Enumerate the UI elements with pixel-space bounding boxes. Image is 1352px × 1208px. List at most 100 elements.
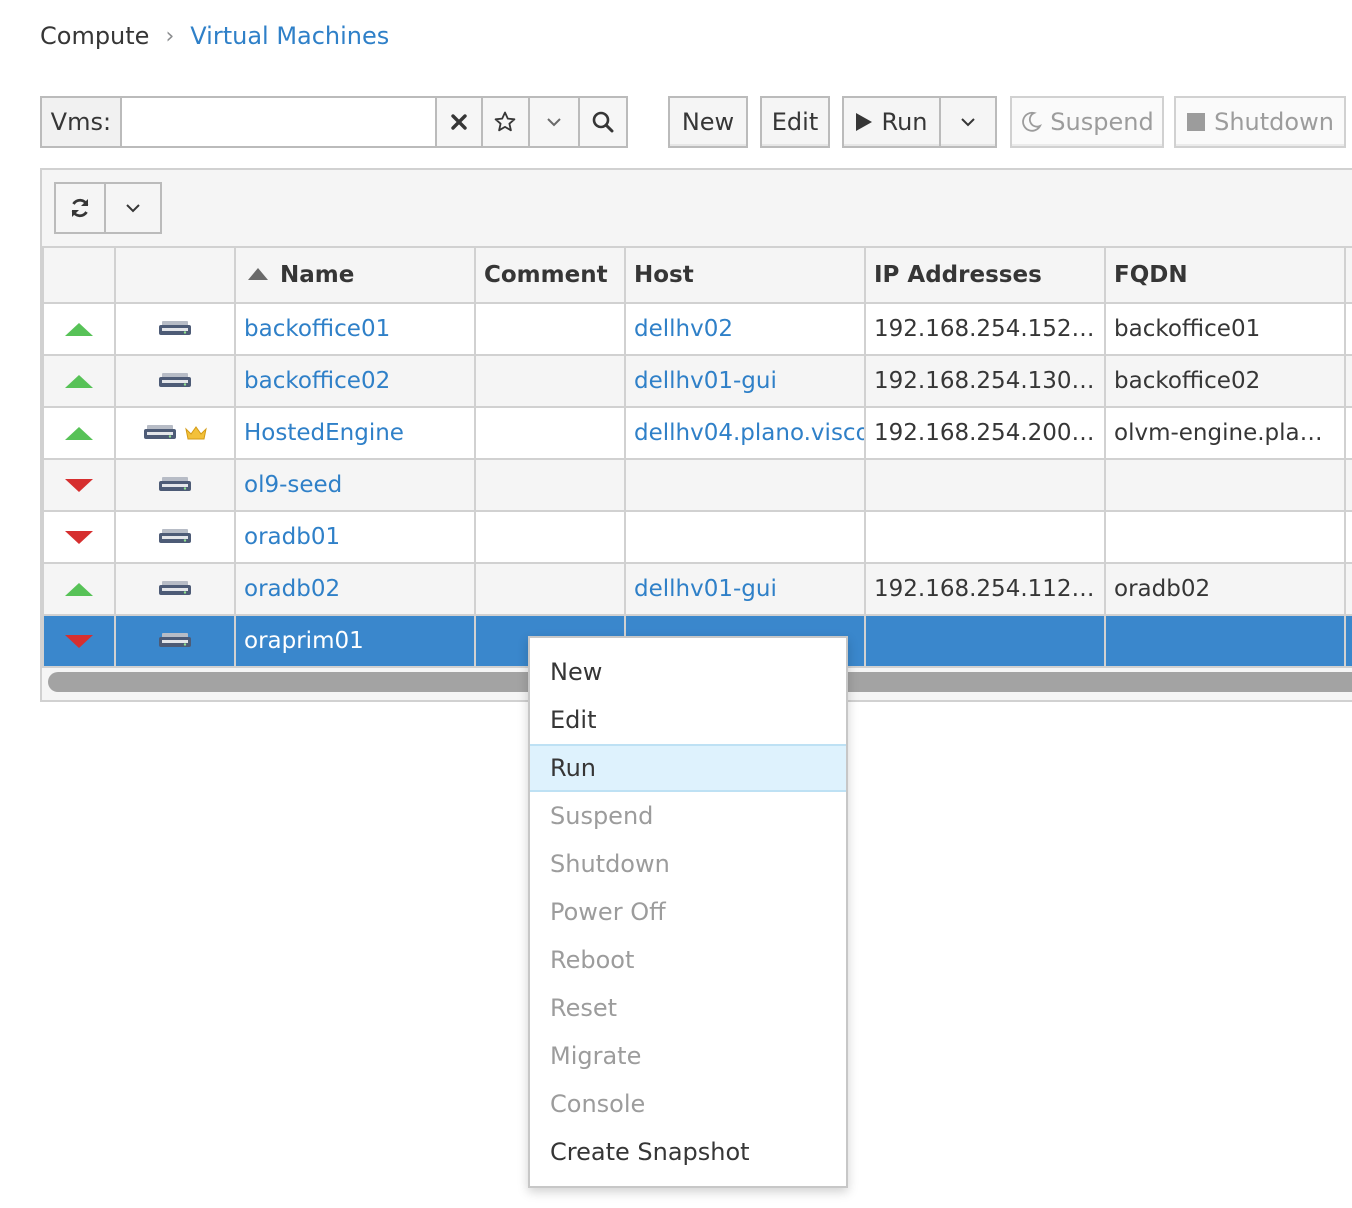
ip-cell	[864, 510, 1106, 564]
vm-name-link[interactable]: backoffice01	[244, 316, 390, 342]
search-input[interactable]	[121, 98, 435, 146]
vm-name-link[interactable]: oradb02	[244, 576, 340, 602]
name-cell[interactable]: ol9-seed	[234, 458, 476, 512]
host-cell[interactable]: dellhv01-gui	[624, 354, 866, 408]
comment-cell	[474, 302, 626, 356]
name-cell[interactable]: backoffice02	[234, 354, 476, 408]
menu-item-migrate[interactable]: Migrate	[530, 1032, 846, 1080]
overflow-cell	[1344, 614, 1352, 668]
name-column-label: Name	[280, 262, 355, 288]
status-cell	[42, 562, 116, 616]
moon-icon	[1020, 111, 1043, 133]
type-cell	[114, 302, 236, 356]
table-row[interactable]: ol9-seed	[42, 458, 1352, 512]
run-button[interactable]: Run	[842, 96, 940, 148]
ip-cell: 192.168.254.112 f...	[864, 562, 1106, 616]
name-cell[interactable]: oradb01	[234, 510, 476, 564]
host-cell[interactable]	[624, 458, 866, 512]
overflow-cell	[1344, 406, 1352, 460]
host-cell[interactable]: dellhv04.plano.viscosity	[624, 406, 866, 460]
chevron-down-icon	[126, 204, 140, 213]
new-button-label: New	[681, 108, 735, 136]
name-cell[interactable]: backoffice01	[234, 302, 476, 356]
vm-name-link[interactable]: backoffice02	[244, 368, 390, 394]
comment-cell	[474, 562, 626, 616]
overflow-cell	[1344, 354, 1352, 408]
host-cell[interactable]	[624, 510, 866, 564]
table-row[interactable]: backoffice02 dellhv01-gui 192.168.254.130 …	[42, 354, 1352, 408]
status-up-icon	[65, 323, 93, 336]
menu-item-run[interactable]: Run	[530, 744, 846, 792]
comment-column-header[interactable]: Comment	[474, 246, 626, 304]
vm-name-link[interactable]: oraprim01	[244, 628, 364, 654]
refresh-button[interactable]	[56, 184, 106, 232]
host-cell[interactable]: dellhv02	[624, 302, 866, 356]
host-link[interactable]: dellhv04.plano.viscosity	[634, 420, 863, 446]
stop-icon	[1186, 112, 1206, 132]
vm-grid-panel: Name Comment Host IP Addresses FQDN back…	[40, 168, 1352, 702]
sort-ascending-icon	[248, 267, 268, 280]
clear-search-button[interactable]	[434, 98, 481, 146]
status-column-header[interactable]	[42, 246, 116, 304]
status-up-icon	[65, 427, 93, 440]
status-cell	[42, 406, 116, 460]
menu-item-console[interactable]: Console	[530, 1080, 846, 1128]
refresh-interval-dropdown[interactable]	[106, 184, 160, 232]
ip-column-header[interactable]: IP Addresses	[864, 246, 1106, 304]
breadcrumb-virtual-machines[interactable]: Virtual Machines	[190, 22, 389, 50]
host-link[interactable]: dellhv02	[634, 316, 733, 342]
menu-item-new[interactable]: New	[530, 648, 846, 696]
host-link[interactable]: dellhv01-gui	[634, 576, 777, 602]
host-cell[interactable]: dellhv01-gui	[624, 562, 866, 616]
suspend-button[interactable]: Suspend	[1010, 96, 1164, 148]
name-cell[interactable]: HostedEngine	[234, 406, 476, 460]
play-icon	[855, 112, 873, 132]
shutdown-button[interactable]: Shutdown	[1174, 96, 1346, 148]
menu-item-reboot[interactable]: Reboot	[530, 936, 846, 984]
status-cell	[42, 510, 116, 564]
refresh-control	[54, 182, 162, 234]
context-menu: New Edit Run Suspend Shutdown Power Off Reboot…	[528, 636, 848, 1188]
new-button[interactable]: New	[668, 96, 748, 148]
status-down-icon	[65, 531, 93, 544]
breadcrumb: Compute › Virtual Machines	[40, 18, 389, 54]
ip-cell	[864, 614, 1106, 668]
host-link[interactable]: dellhv01-gui	[634, 368, 777, 394]
name-cell[interactable]: oradb02	[234, 562, 476, 616]
search-label: Vms:	[42, 98, 122, 146]
fqdn-column-header[interactable]: FQDN	[1104, 246, 1346, 304]
name-column-header[interactable]: Name	[234, 246, 476, 304]
vm-name-link[interactable]: HostedEngine	[244, 420, 404, 446]
fqdn-cell: backoffice01	[1104, 302, 1346, 356]
menu-item-suspend[interactable]: Suspend	[530, 792, 846, 840]
vm-name-link[interactable]: oradb01	[244, 524, 340, 550]
bookmark-dropdown-button[interactable]	[528, 98, 579, 146]
type-column-header[interactable]	[114, 246, 236, 304]
table-row[interactable]: oradb02 dellhv01-gui 192.168.254.112 f... o…	[42, 562, 1352, 616]
ip-cell: 192.168.254.152 f...	[864, 302, 1106, 356]
breadcrumb-compute[interactable]: Compute	[40, 22, 149, 50]
menu-item-shutdown[interactable]: Shutdown	[530, 840, 846, 888]
status-cell	[42, 302, 116, 356]
fqdn-cell	[1104, 510, 1346, 564]
vm-name-link[interactable]: ol9-seed	[244, 472, 342, 498]
menu-item-create-snapshot[interactable]: Create Snapshot	[530, 1128, 846, 1176]
name-cell[interactable]: oraprim01	[234, 614, 476, 668]
type-cell	[114, 354, 236, 408]
suspend-button-label: Suspend	[1050, 108, 1154, 136]
table-row[interactable]: oradb01	[42, 510, 1352, 564]
table-row[interactable]: HostedEngine dellhv04.plano.viscosity192.…	[42, 406, 1352, 460]
menu-item-reset[interactable]: Reset	[530, 984, 846, 1032]
run-dropdown-button[interactable]	[939, 96, 997, 148]
menu-item-edit[interactable]: Edit	[530, 696, 846, 744]
overflow-cell	[1344, 562, 1352, 616]
fqdn-cell	[1104, 458, 1346, 512]
type-cell	[114, 614, 236, 668]
menu-item-power-off[interactable]: Power Off	[530, 888, 846, 936]
search-button[interactable]	[578, 98, 626, 146]
table-row[interactable]: backoffice01 dellhv02 192.168.254.152 f...…	[42, 302, 1352, 356]
host-column-header[interactable]: Host	[624, 246, 866, 304]
status-down-icon	[65, 635, 93, 648]
edit-button[interactable]: Edit	[760, 96, 830, 148]
bookmark-button[interactable]	[480, 98, 529, 146]
